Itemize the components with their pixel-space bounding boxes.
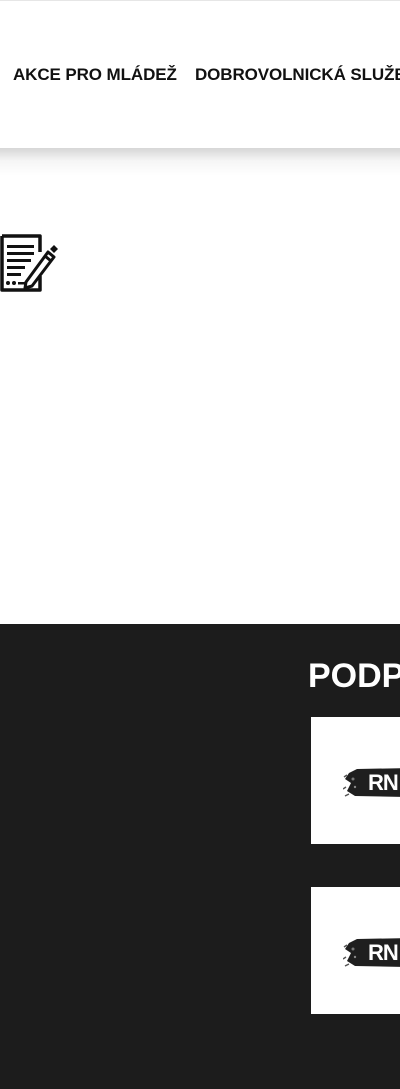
document-edit-icon (0, 232, 58, 294)
partner-logo-text: RN (368, 770, 399, 795)
nav-shadow (0, 148, 400, 176)
partners-footer: PODPORUJÍ NÁS RN RN (0, 624, 400, 1089)
partner-logo-text: RN (368, 940, 399, 965)
nav-item-akce-pro-mladez[interactable]: AKCE PRO MLÁDEŽ (13, 65, 177, 85)
partners-heading: PODPORUJÍ NÁS (308, 657, 400, 695)
nav-item-dobrovolnicka-sluzba[interactable]: DOBROVOLNICKÁ SLUŽBA (195, 65, 400, 85)
top-navigation: AKCE PRO MLÁDEŽ DOBROVOLNICKÁ SLUŽBA (0, 0, 400, 148)
partner-card[interactable]: RN (311, 717, 400, 844)
partner-card[interactable]: RN (311, 887, 400, 1014)
